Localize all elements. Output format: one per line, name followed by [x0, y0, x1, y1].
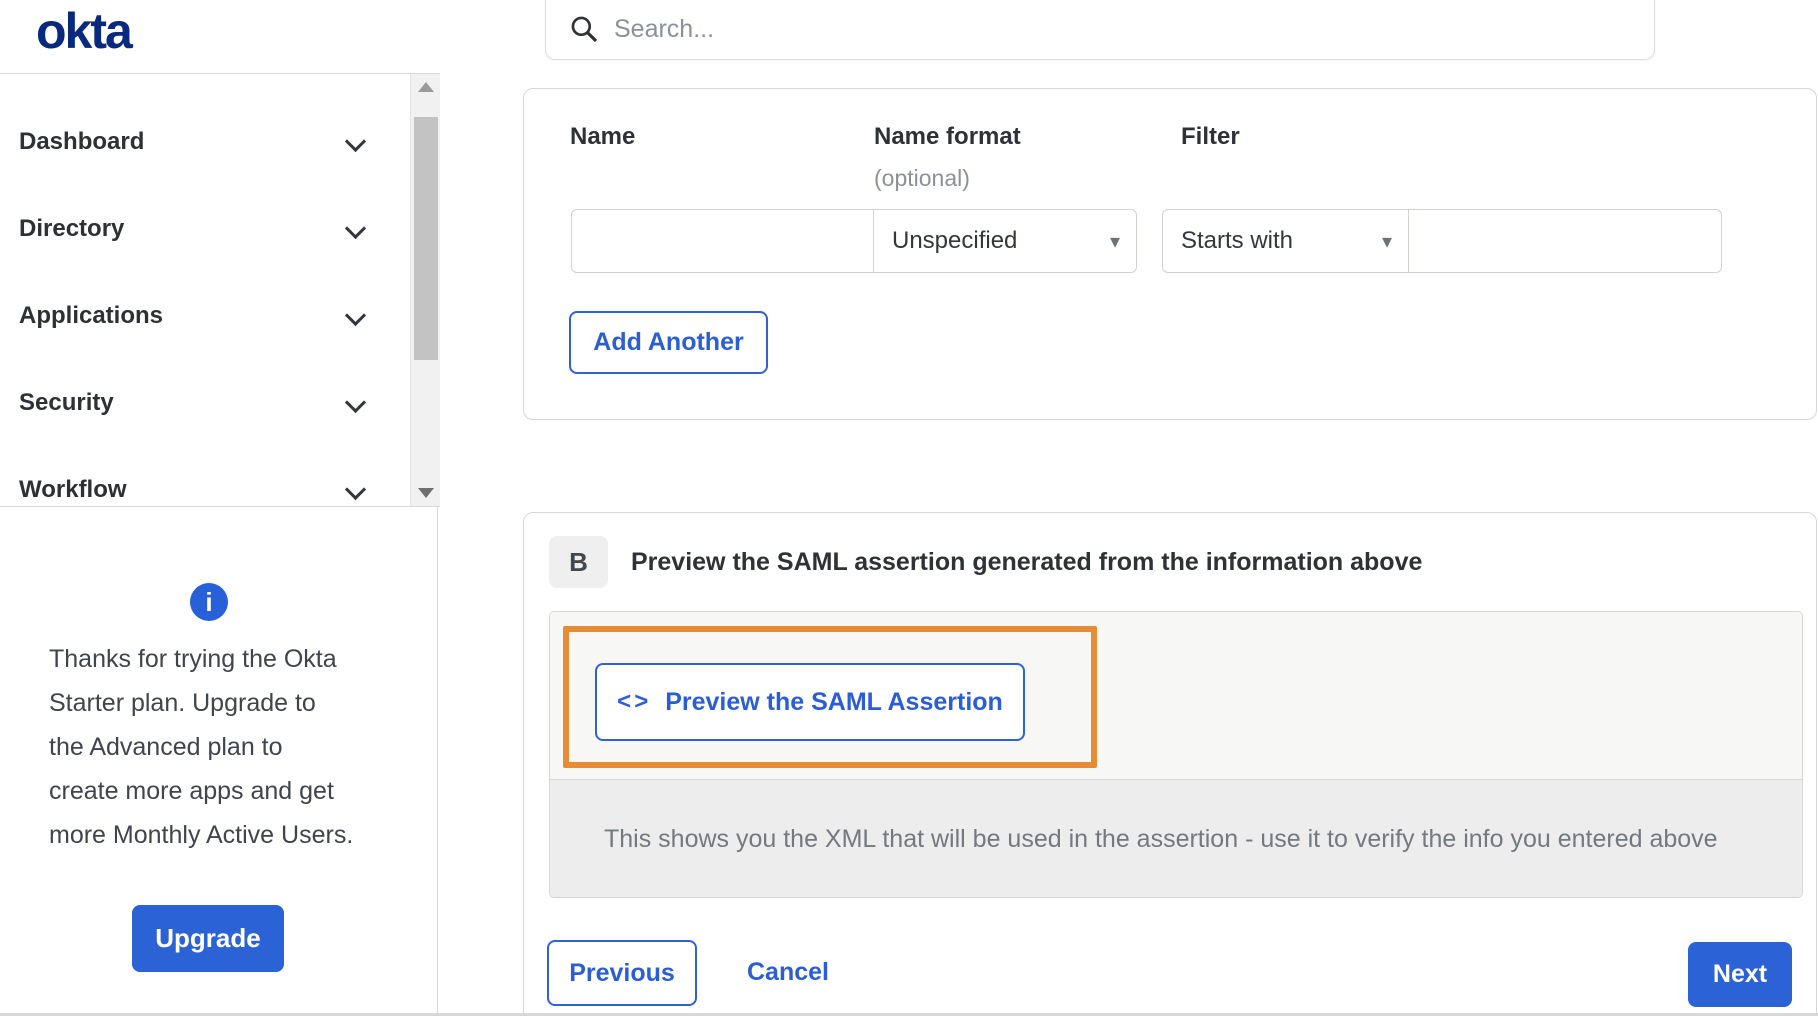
filter-operator-select[interactable]: Starts with ▾: [1162, 209, 1409, 273]
chevron-down-icon: [344, 304, 367, 327]
preview-description-area: This shows you the XML that will be used…: [550, 780, 1802, 897]
info-icon: i: [190, 583, 228, 621]
sidebar-item-label: Applications: [19, 302, 164, 329]
name-column-label: Name: [570, 123, 636, 150]
sidebar-item-label: Dashboard: [19, 128, 145, 155]
cancel-link[interactable]: Cancel: [747, 958, 829, 987]
triangle-up-icon: [418, 82, 434, 92]
name-format-optional-label: (optional): [874, 165, 970, 191]
scrollbar-up-button[interactable]: [411, 74, 441, 100]
search-icon: [571, 16, 598, 43]
plan-notice-line: the Advanced plan to: [49, 733, 283, 761]
name-input[interactable]: [571, 209, 874, 273]
sidebar-nav: Dashboard Directory Applications Securit…: [0, 73, 440, 507]
search-input[interactable]: [614, 14, 1634, 44]
chevron-down-icon: [344, 478, 367, 501]
sidebar-item-directory[interactable]: Directory: [0, 201, 405, 261]
chevron-down-icon: [344, 217, 367, 240]
preview-button-area: <> Preview the SAML Assertion: [550, 612, 1802, 780]
preview-button-label: Preview the SAML Assertion: [665, 687, 1003, 716]
section-title: Preview the SAML assertion generated fro…: [631, 548, 1423, 576]
filter-value-input[interactable]: [1408, 209, 1722, 273]
code-icon: <>: [617, 688, 652, 715]
sidebar-item-label: Directory: [19, 215, 125, 242]
sidebar-scrollbar[interactable]: [410, 74, 440, 506]
sidebar-item-applications[interactable]: Applications: [0, 288, 405, 348]
plan-notice-line: Starter plan. Upgrade to: [49, 689, 316, 717]
name-format-column-label: Name format: [874, 123, 1021, 150]
plan-notice-line: Thanks for trying the Okta: [49, 645, 337, 673]
plan-notice-text: Thanks for trying the Okta Starter plan.…: [49, 637, 353, 857]
preview-assertion-box: <> Preview the SAML Assertion This shows…: [549, 611, 1803, 898]
sidebar-item-label: Security: [19, 389, 114, 416]
upgrade-button[interactable]: Upgrade: [132, 905, 284, 972]
sidebar-item-security[interactable]: Security: [0, 375, 405, 435]
plan-notice-panel: i Thanks for trying the Okta Starter pla…: [0, 507, 438, 1013]
caret-down-icon: ▾: [1109, 230, 1120, 253]
attribute-statements-card: Name Name format (optional) Filter Unspe…: [523, 88, 1817, 420]
sidebar-item-dashboard[interactable]: Dashboard: [0, 114, 405, 174]
filter-operator-selected-value: Starts with: [1181, 227, 1294, 254]
name-format-select[interactable]: Unspecified ▾: [873, 209, 1137, 273]
okta-logo[interactable]: okta: [36, 2, 133, 60]
caret-down-icon: ▾: [1381, 230, 1392, 253]
sidebar-item-label: Workflow: [19, 476, 127, 503]
plan-notice-line: more Monthly Active Users.: [49, 821, 354, 849]
plan-notice-line: create more apps and get: [49, 777, 334, 805]
chevron-down-icon: [344, 130, 367, 153]
next-button[interactable]: Next: [1688, 942, 1792, 1007]
step-badge: B: [549, 536, 608, 588]
chevron-down-icon: [344, 391, 367, 414]
name-format-selected-value: Unspecified: [892, 227, 1018, 254]
triangle-down-icon: [418, 488, 434, 498]
filter-column-label: Filter: [1181, 123, 1240, 150]
global-search[interactable]: [545, 0, 1655, 60]
previous-button[interactable]: Previous: [547, 940, 697, 1006]
preview-saml-assertion-button[interactable]: <> Preview the SAML Assertion: [595, 663, 1025, 741]
add-another-button[interactable]: Add Another: [569, 311, 768, 374]
scrollbar-down-button[interactable]: [411, 480, 441, 506]
preview-description: This shows you the XML that will be used…: [604, 824, 1718, 853]
scrollbar-thumb[interactable]: [414, 117, 438, 360]
preview-saml-card: B Preview the SAML assertion generated f…: [523, 512, 1817, 1013]
